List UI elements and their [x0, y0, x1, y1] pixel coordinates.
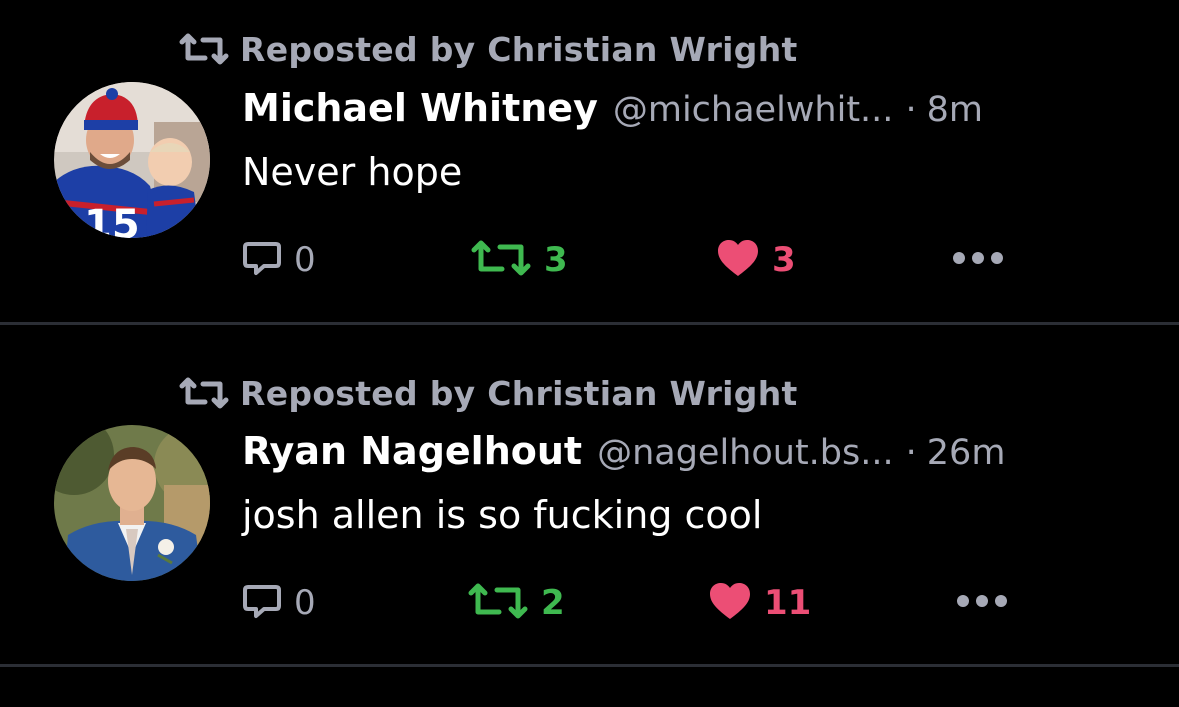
more-options-button[interactable]: [956, 581, 1008, 625]
repost-icon: [178, 32, 230, 66]
reply-button[interactable]: 0: [242, 581, 316, 625]
ellipsis-icon: [952, 238, 1004, 282]
repost-button[interactable]: 3: [470, 238, 568, 282]
author-handle[interactable]: @michaelwhit...: [613, 90, 894, 130]
post-header: Michael Whitney @michaelwhit... · 8m: [242, 86, 983, 136]
separator-dot: ·: [905, 90, 917, 130]
svg-text:15: 15: [84, 202, 140, 238]
reply-button[interactable]: 0: [242, 238, 316, 282]
post-text: Never hope: [242, 150, 463, 194]
like-button[interactable]: 11: [708, 581, 811, 625]
repost-label: Reposted by Christian Wright: [240, 373, 798, 413]
post-item[interactable]: Reposted by Christian Wright 15 Michael …: [0, 0, 1179, 325]
repost-indicator[interactable]: Reposted by Christian Wright: [178, 26, 798, 72]
repost-icon: [178, 376, 230, 410]
reply-count: 0: [294, 583, 316, 623]
post-actions: 0 2 11: [0, 581, 1179, 625]
post-header: Ryan Nagelhout @nagelhout.bs... · 26m: [242, 429, 1005, 479]
avatar[interactable]: 15: [54, 82, 210, 238]
heart-icon: [716, 238, 760, 282]
heart-icon: [708, 581, 752, 625]
post-timestamp[interactable]: 26m: [927, 433, 1006, 473]
speech-bubble-icon: [242, 238, 282, 282]
avatar[interactable]: [54, 425, 210, 581]
repost-icon: [467, 581, 529, 625]
repost-count: 2: [541, 583, 565, 623]
ellipsis-icon: [956, 581, 1008, 625]
like-count: 11: [764, 583, 812, 623]
author-handle[interactable]: @nagelhout.bs...: [597, 433, 894, 473]
more-options-button[interactable]: [952, 238, 1004, 282]
post-timestamp[interactable]: 8m: [927, 90, 983, 130]
post-item[interactable]: Reposted by Christian Wright Ryan Nagelh…: [0, 325, 1179, 667]
post-text: josh allen is so fucking cool: [242, 493, 763, 537]
repost-label: Reposted by Christian Wright: [240, 29, 798, 69]
repost-button[interactable]: 2: [467, 581, 565, 625]
like-count: 3: [772, 240, 796, 280]
repost-icon: [470, 238, 532, 282]
post-actions: 0 3 3: [0, 238, 1179, 282]
feed: Reposted by Christian Wright 15 Michael …: [0, 0, 1179, 707]
separator-dot: ·: [905, 433, 917, 473]
author-display-name[interactable]: Michael Whitney: [242, 86, 598, 130]
reply-count: 0: [294, 240, 316, 280]
repost-indicator[interactable]: Reposted by Christian Wright: [178, 370, 798, 416]
like-button[interactable]: 3: [716, 238, 796, 282]
repost-count: 3: [544, 240, 568, 280]
author-display-name[interactable]: Ryan Nagelhout: [242, 429, 582, 473]
speech-bubble-icon: [242, 581, 282, 625]
